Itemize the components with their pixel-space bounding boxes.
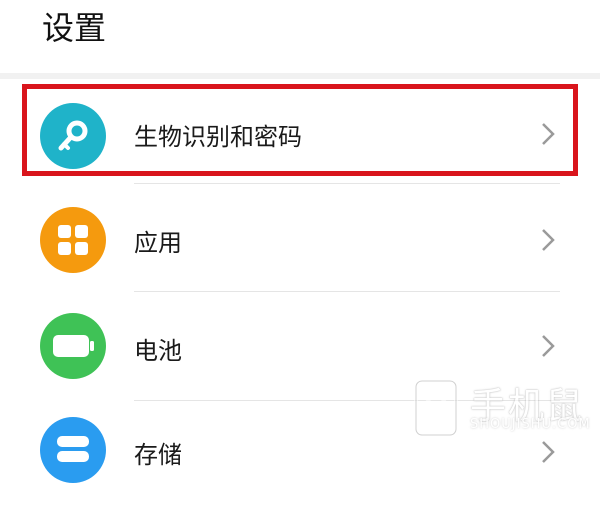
key-icon (40, 103, 106, 169)
header: 设置 (0, 0, 600, 74)
storage-icon (40, 417, 106, 483)
page-title: 设置 (42, 9, 107, 47)
chevron-right-icon (542, 335, 555, 357)
chevron-right-icon (542, 229, 555, 251)
settings-item-apps[interactable]: 应用 (0, 185, 600, 293)
battery-icon (40, 313, 106, 379)
settings-item-label: 应用 (134, 229, 182, 257)
row-divider (134, 183, 560, 184)
settings-item-battery[interactable]: 电池 (0, 293, 600, 401)
settings-item-biometrics-password[interactable]: 生物识别和密码 (0, 79, 600, 187)
settings-item-label: 生物识别和密码 (134, 123, 302, 151)
settings-item-label: 电池 (134, 337, 182, 365)
chevron-right-icon (542, 123, 555, 145)
apps-grid-icon (40, 207, 106, 273)
settings-item-label: 存储 (134, 441, 182, 469)
row-divider (134, 291, 560, 292)
chevron-right-icon (542, 441, 555, 463)
settings-item-storage[interactable]: 存储 (0, 401, 600, 509)
